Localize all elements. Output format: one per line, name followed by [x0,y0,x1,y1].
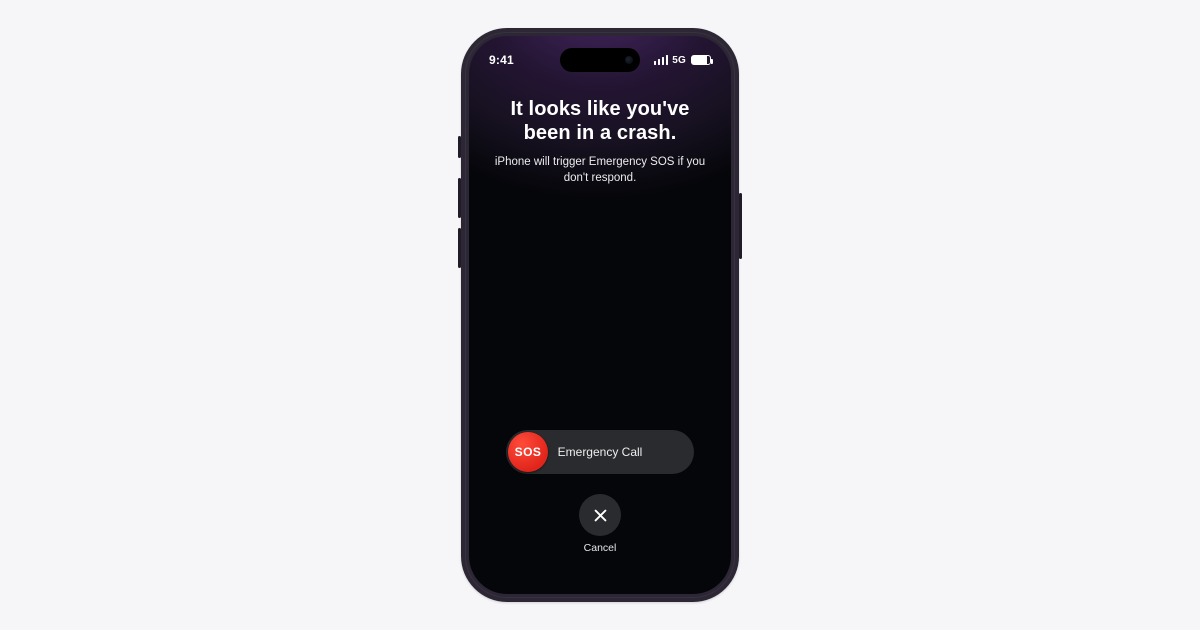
battery-full-icon [691,55,711,65]
close-icon [592,507,609,524]
sos-knob[interactable]: SOS [508,432,548,472]
status-right: 5G [654,55,711,66]
screen: 9:41 5G It looks like you've been in a c… [469,36,731,594]
alert-title: It looks like you've been in a crash. [487,98,713,145]
cellular-bars-icon [654,55,669,65]
status-time: 9:41 [489,53,514,67]
network-label: 5G [672,55,686,66]
volume-down-button [458,228,461,268]
canvas: 9:41 5G It looks like you've been in a c… [0,0,1200,630]
crash-alert: It looks like you've been in a crash. iP… [469,98,731,186]
cancel-button[interactable] [579,494,621,536]
status-bar: 9:41 5G [469,50,731,70]
emergency-call-slider[interactable]: SOS Emergency Call [506,430,694,474]
ring-silent-switch [458,136,461,158]
side-button [739,193,742,259]
volume-up-button [458,178,461,218]
cancel-group: Cancel [579,494,621,554]
sos-knob-label: SOS [515,445,542,459]
emergency-slider-group: SOS Emergency Call [506,430,694,474]
cancel-label: Cancel [579,542,621,554]
alert-subtitle: iPhone will trigger Emergency SOS if you… [487,155,713,186]
iphone-frame: 9:41 5G It looks like you've been in a c… [461,28,739,602]
